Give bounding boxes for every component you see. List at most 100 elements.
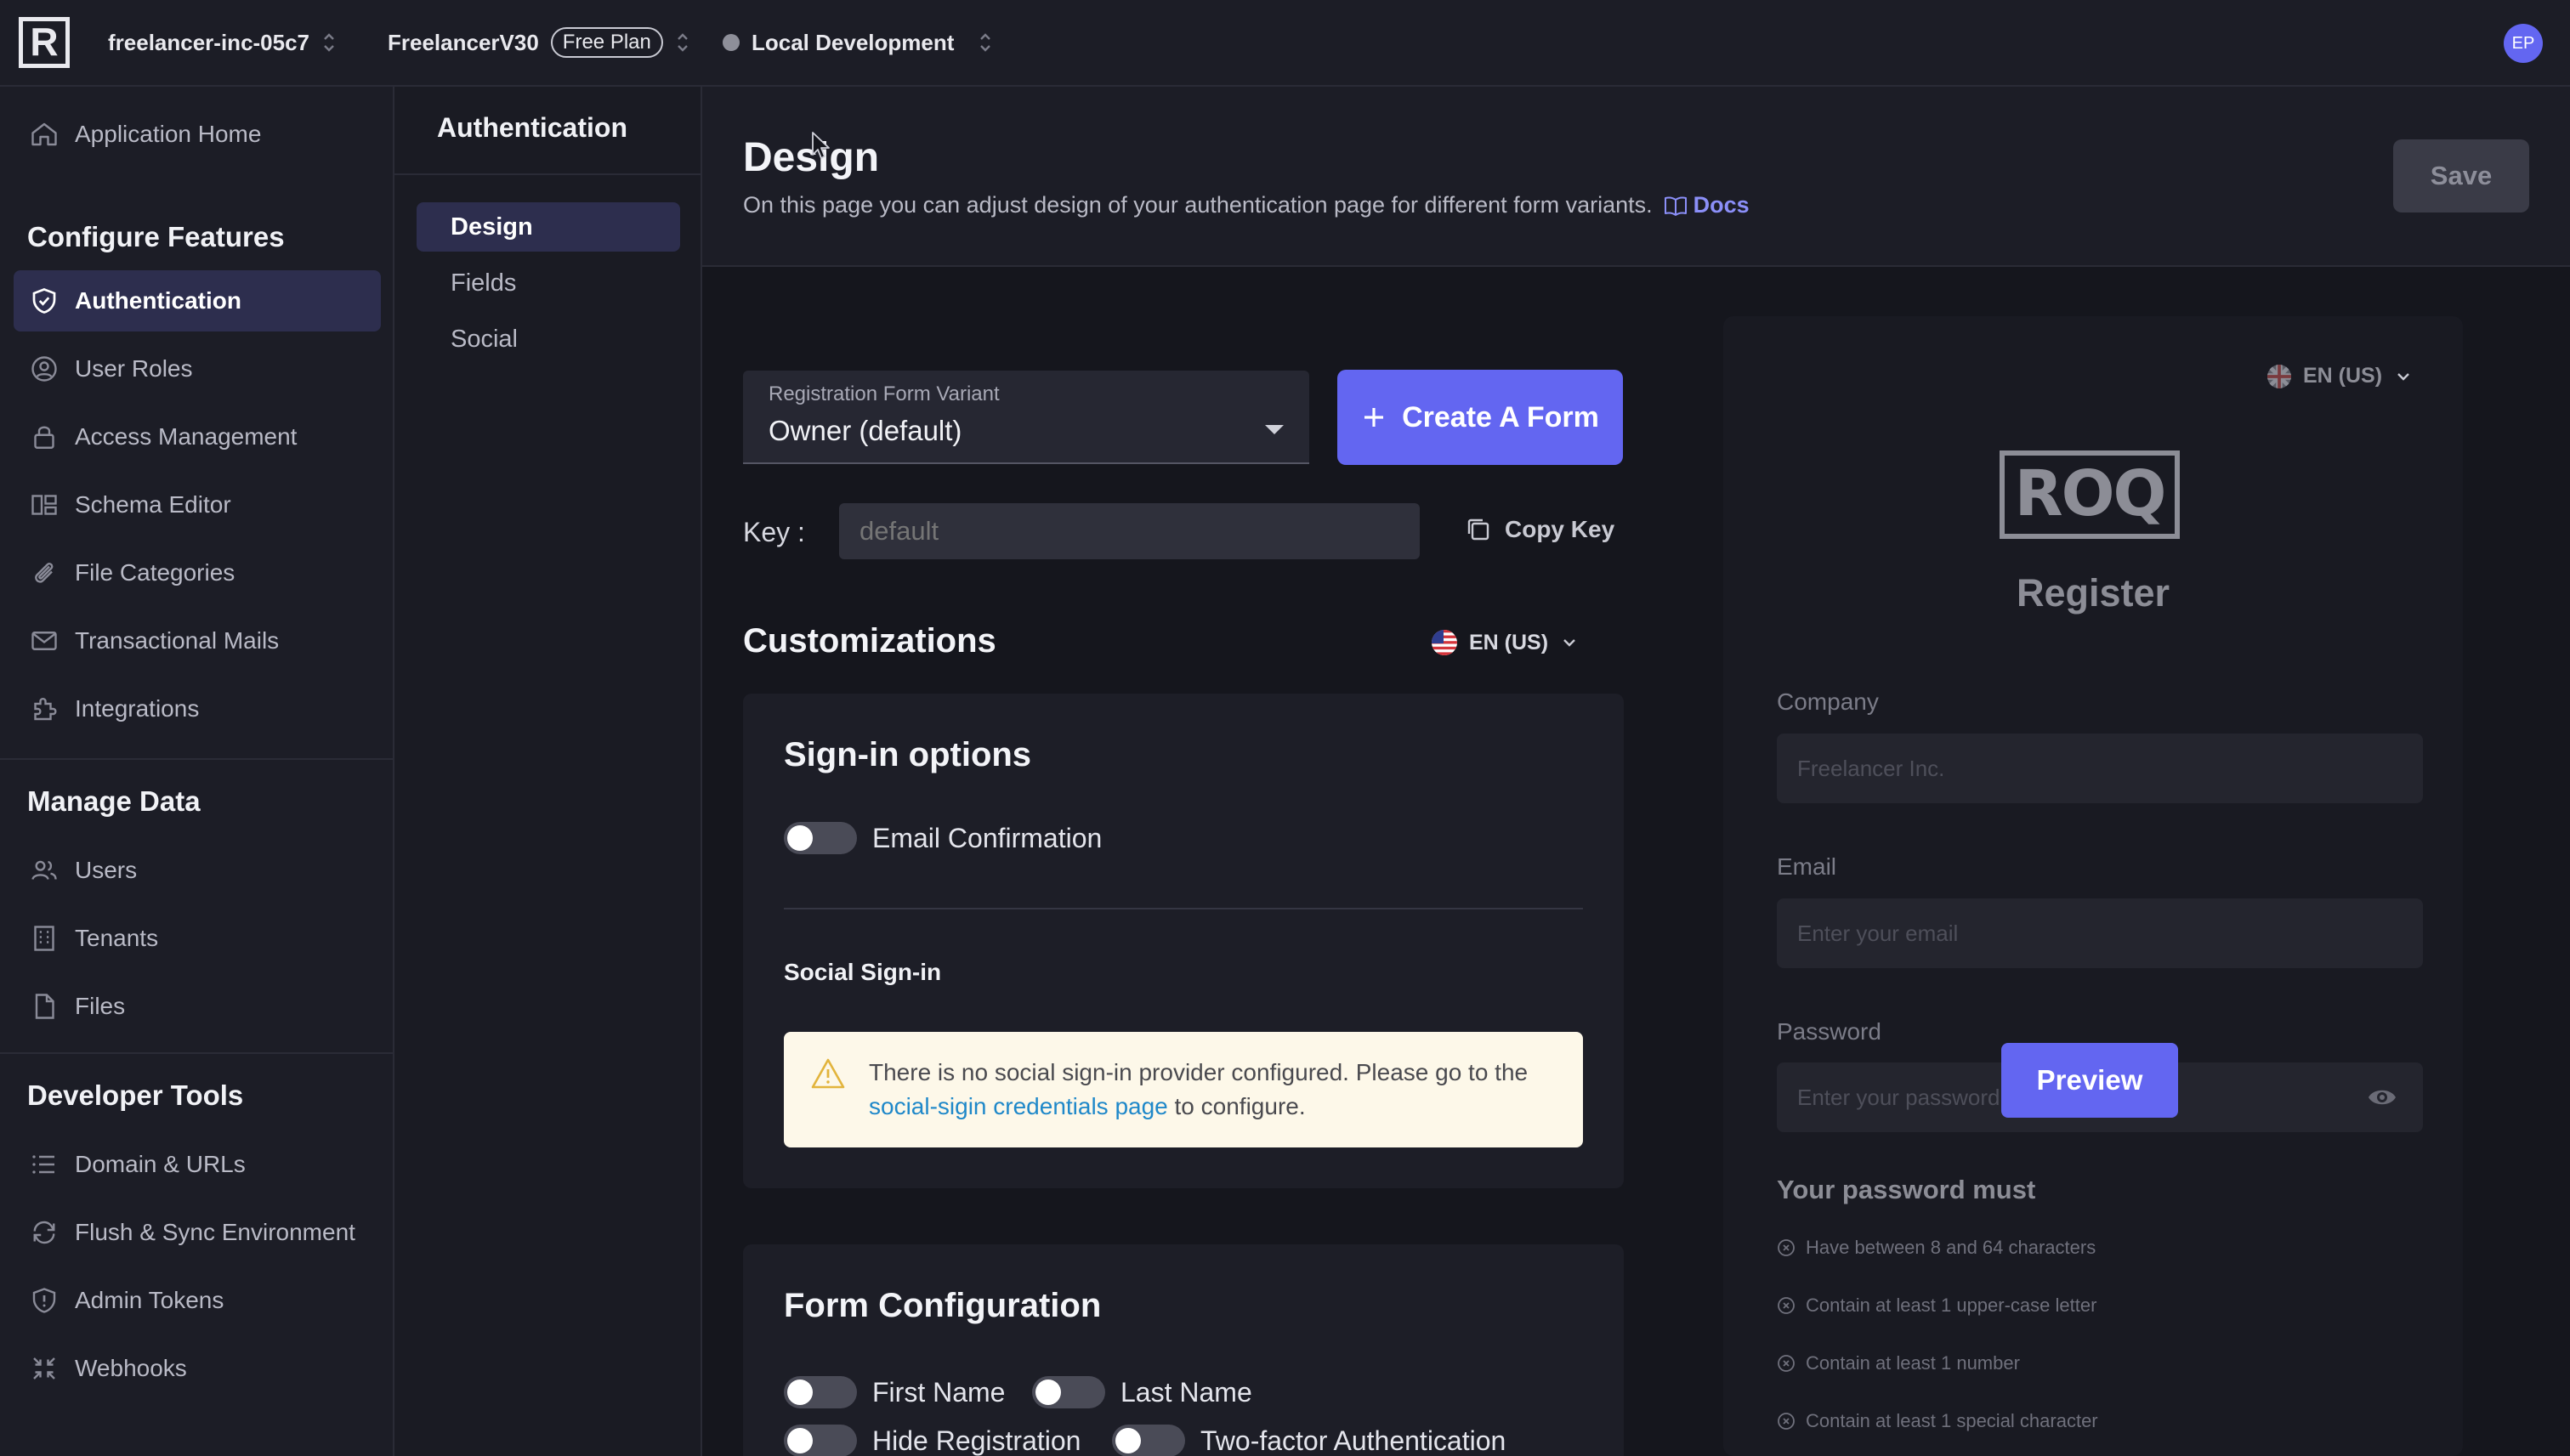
password-placeholder: Enter your password [1797, 1085, 2000, 1110]
register-title: Register [2016, 571, 2170, 615]
email-field[interactable]: Enter your email [1777, 898, 2423, 968]
hide-registration-toggle[interactable] [784, 1425, 857, 1456]
docs-link[interactable]: Docs [1663, 192, 1750, 218]
org-switcher[interactable]: freelancer-inc-05c7 [108, 25, 337, 59]
plus-icon [1364, 408, 1384, 427]
section-manage-data: Manage Data [27, 785, 201, 817]
preview-button[interactable]: Preview [2001, 1043, 2178, 1118]
card-divider [784, 908, 1583, 909]
auth-subnav: Authentication Design Fields Social [394, 87, 702, 1456]
subnav-title: Authentication [437, 112, 627, 143]
last-name-toggle[interactable] [1032, 1376, 1105, 1408]
sidebar-item-files[interactable]: Files [14, 976, 381, 1037]
chevron-updown-icon [678, 33, 688, 52]
sidebar-item-application-home[interactable]: Application Home [14, 104, 381, 165]
sidebar-item-webhooks[interactable]: Webhooks [14, 1338, 381, 1399]
sidebar-item-label: Users [75, 857, 138, 883]
password-rule: Have between 8 and 64 characters [1777, 1237, 2096, 1259]
company-field[interactable]: Freelancer Inc. [1777, 734, 2423, 803]
warning-message: There is no social sign-in provider conf… [869, 1056, 1566, 1124]
sidebar-item-authentication[interactable]: Authentication [14, 270, 381, 331]
eye-icon[interactable] [2367, 1083, 2397, 1112]
sidebar-item-access-management[interactable]: Access Management [14, 406, 381, 467]
email-confirmation-toggle[interactable] [784, 822, 857, 854]
language-label: EN (US) [1469, 630, 1549, 654]
signin-options-title: Sign-in options [784, 736, 1032, 773]
sidebar-item-domain-urls[interactable]: Domain & URLs [14, 1134, 381, 1195]
password-rule-text: Contain at least 1 special character [1806, 1410, 2098, 1431]
password-rule-text: Contain at least 1 number [1806, 1352, 2020, 1374]
save-button[interactable]: Save [2393, 139, 2529, 212]
key-label: Key : [743, 517, 805, 547]
puzzle-icon [34, 698, 57, 721]
home-icon [31, 122, 57, 146]
sidebar-item-label: Transactional Mails [75, 627, 280, 654]
sidebar-item-transactional-mails[interactable]: Transactional Mails [14, 610, 381, 671]
page-header: Design On this page you can adjust desig… [702, 87, 2570, 267]
copy-key-button[interactable]: Copy Key [1464, 515, 1614, 544]
first-name-label: First Name [872, 1376, 1006, 1408]
book-open-icon [1664, 195, 1687, 216]
password-rule-text: Contain at least 1 upper-case letter [1806, 1295, 2097, 1316]
sidebar-item-tenants[interactable]: Tenants [14, 908, 381, 969]
sidebar-item-label: Admin Tokens [75, 1287, 224, 1313]
subnav-item-social[interactable]: Social [417, 314, 680, 364]
environment-switcher[interactable]: Local Development [723, 25, 993, 59]
sidebar-item-schema-editor[interactable]: Schema Editor [14, 474, 381, 535]
create-form-label: Create A Form [1402, 400, 1599, 433]
first-name-toggle[interactable] [784, 1376, 857, 1408]
caret-down-icon [1265, 425, 1284, 434]
registration-form-variant-select[interactable]: Registration Form Variant Owner (default… [743, 371, 1309, 464]
preview-language-select[interactable]: EN (US) [2267, 364, 2413, 388]
key-input[interactable] [839, 503, 1420, 559]
file-icon [35, 994, 54, 1019]
password-rules-title: Your password must [1777, 1175, 2036, 1204]
chevron-updown-icon [980, 33, 991, 52]
sidebar-item-label: Webhooks [75, 1355, 187, 1381]
sidebar-item-label: Files [75, 993, 126, 1019]
social-signin-title: Social Sign-in [784, 959, 942, 985]
sidebar-item-integrations[interactable]: Integrations [14, 678, 381, 739]
app-logo[interactable]: R [19, 17, 70, 68]
warning-triangle-icon [811, 1058, 845, 1089]
sidebar-item-label: Domain & URLs [75, 1151, 246, 1177]
environment-status-dot [723, 34, 740, 51]
roq-logo: ROQ [2000, 450, 2180, 539]
two-factor-row: Two-factor Authentication [1112, 1425, 1506, 1456]
app-switcher[interactable]: FreelancerV30 Free Plan [388, 25, 690, 59]
variant-select-value: Owner (default) [769, 415, 962, 446]
users-icon [31, 860, 57, 880]
webhook-icon [33, 1357, 55, 1380]
customizations-language-select[interactable]: EN (US) [1432, 630, 1579, 655]
sidebar-item-admin-tokens[interactable]: Admin Tokens [14, 1270, 381, 1331]
mail-icon [31, 632, 57, 650]
email-confirmation-row: Email Confirmation [784, 822, 1102, 854]
sidebar-item-label: User Roles [75, 355, 193, 382]
list-icon [32, 1155, 54, 1174]
sidebar-item-label: Tenants [75, 925, 159, 951]
sidebar-item-label: Flush & Sync Environment [75, 1219, 355, 1245]
password-rule: Contain at least 1 upper-case letter [1777, 1295, 2096, 1317]
social-signin-credentials-link[interactable]: social-sigin credentials page [869, 1093, 1168, 1119]
subnav-item-design[interactable]: Design [417, 202, 680, 252]
sidebar-item-users[interactable]: Users [14, 840, 381, 901]
create-form-button[interactable]: Create A Form [1337, 370, 1623, 465]
section-configure-features: Configure Features [27, 221, 285, 252]
page-description: On this page you can adjust design of yo… [743, 192, 1750, 218]
sidebar-item-file-categories[interactable]: File Categories [14, 542, 381, 603]
hide-registration-row: Hide Registration [784, 1425, 1081, 1456]
sidebar-item-label: Access Management [75, 423, 298, 450]
user-circle-icon [31, 356, 57, 382]
two-factor-toggle[interactable] [1112, 1425, 1185, 1456]
avatar[interactable]: EP [2504, 24, 2543, 63]
password-rule: Contain at least 1 number [1777, 1352, 2020, 1374]
sidebar-item-label: Schema Editor [75, 491, 231, 518]
subnav-item-fields[interactable]: Fields [417, 258, 680, 308]
sidebar-item-user-roles[interactable]: User Roles [14, 338, 381, 399]
copy-key-label: Copy Key [1505, 516, 1615, 542]
sidebar-item-flush-sync[interactable]: Flush & Sync Environment [14, 1202, 381, 1263]
first-name-row: First Name [784, 1376, 1005, 1408]
warning-text-after: to configure. [1167, 1093, 1306, 1119]
register-preview-panel: EN (US) ROQ Register Company Freelancer … [1723, 316, 2463, 1456]
refresh-icon [33, 1221, 55, 1244]
